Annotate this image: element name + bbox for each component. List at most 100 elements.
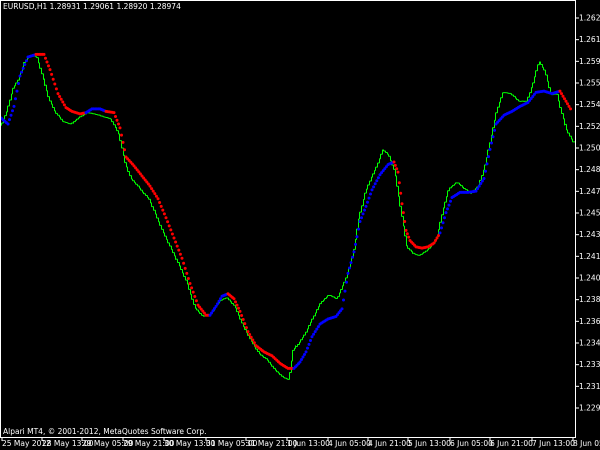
indicator-dot [182, 261, 186, 265]
indicator-dot [567, 104, 571, 108]
indicator-dot [114, 114, 117, 118]
indicator-dot [476, 187, 480, 191]
indicator-dot [238, 309, 242, 313]
indicator-dot [237, 306, 240, 310]
indicator-dot [435, 236, 439, 240]
indicator-dot [563, 97, 566, 101]
indicator-dot [62, 103, 66, 107]
indicator-dot [186, 276, 190, 280]
y-tick-label: 1.22975 [579, 404, 600, 413]
indicator-dot [373, 182, 377, 186]
indicator-dot [172, 236, 176, 240]
y-tick-label: 1.24715 [579, 187, 600, 196]
indicator-dot [244, 326, 248, 330]
indicator-dot [393, 163, 397, 167]
indicator-dot [395, 167, 399, 171]
indicator-dot [370, 188, 374, 192]
indicator-dot [53, 82, 57, 86]
indicator-dot [342, 298, 345, 302]
indicator-dot [432, 241, 436, 245]
indicator-dot [434, 239, 437, 243]
indicator-dot [301, 355, 305, 359]
y-tick-label: 1.25930 [579, 57, 600, 66]
indicator-dot [180, 256, 184, 260]
indicator-dot [241, 318, 245, 322]
indicator-dot [45, 60, 49, 64]
indicator-dot [479, 182, 483, 186]
x-tick-label: 8 Jun 05:00 [573, 439, 600, 448]
indicator-dot [351, 255, 354, 259]
indicator-dot [234, 300, 237, 304]
indicator-dot [154, 194, 158, 198]
indicator-dot [490, 141, 493, 145]
indicator-dot [484, 169, 487, 173]
indicator-dot [346, 271, 350, 275]
indicator-dot [217, 299, 221, 303]
indicator-dot [153, 192, 157, 196]
indicator-dot [120, 133, 123, 137]
indicator-dot [50, 72, 54, 76]
symbol-label: EURUSD,H1 1.28931 1.29061 1.28920 1.2897… [3, 2, 181, 11]
indicator-dot [121, 140, 125, 144]
indicator-dot [123, 148, 126, 152]
indicator-dot [115, 118, 119, 122]
indicator-dot [12, 104, 16, 108]
indicator-dot [243, 322, 247, 326]
y-tick-label: 1.26275 [579, 14, 600, 23]
indicator-dot [396, 170, 400, 174]
indicator-dot [569, 107, 572, 111]
indicator-dot [166, 220, 170, 224]
indicator-dot [340, 307, 344, 311]
indicator-dot [117, 122, 120, 126]
indicator-dot [174, 240, 178, 244]
indicator-dot [397, 181, 401, 185]
indicator-dot [438, 231, 442, 235]
indicator-dot [252, 341, 256, 345]
indicator-dot [485, 162, 489, 166]
indicator-dot [407, 235, 411, 239]
indicator-dot [44, 56, 47, 60]
indicator-dot [372, 185, 376, 189]
indicator-dot [185, 271, 189, 275]
price-chart[interactable]: 1.26275 1.26100 1.25930 1.25580 1.25405 1.252… [0, 0, 600, 450]
y-tick-label: 1.24540 [579, 209, 600, 218]
indicator-dot [558, 89, 562, 93]
y-tick-label: 1.24020 [579, 274, 600, 283]
indicator-dot [345, 280, 348, 284]
y-tick-label: 1.23150 [579, 382, 600, 391]
indicator-dot [175, 244, 179, 248]
indicator-dot [178, 252, 182, 256]
x-tick-label: 7 Jun 13:00 [532, 439, 575, 448]
y-tick-label: 1.23495 [579, 339, 600, 348]
indicator-dot [15, 89, 19, 93]
indicator-dot [56, 92, 60, 96]
indicator-dot [354, 242, 357, 246]
y-tick-label: 1.25060 [579, 144, 600, 153]
y-tick-label: 1.24365 [579, 230, 600, 239]
indicator-dot [59, 97, 63, 101]
indicator-dot [307, 342, 311, 346]
indicator-dot [348, 266, 351, 270]
indicator-dot [443, 216, 446, 220]
indicator-dot [24, 59, 28, 63]
y-tick-label: 1.26100 [579, 35, 600, 44]
indicator-dot [23, 63, 27, 67]
indicator-dot [310, 335, 314, 339]
indicator-dot [364, 204, 368, 208]
y-tick-label: 1.23670 [579, 317, 600, 326]
indicator-dot [316, 325, 320, 329]
indicator-dot [358, 220, 362, 224]
indicator-dot [487, 155, 490, 159]
indicator-dot [566, 102, 569, 106]
indicator-dot [42, 52, 46, 56]
indicator-dot [162, 212, 166, 216]
indicator-dot [363, 208, 366, 212]
indicator-dot [232, 297, 236, 301]
indicator-dot [216, 302, 219, 306]
y-tick-label: 1.25235 [579, 122, 600, 131]
x-tick-label: 5 Jun 13:00 [408, 439, 451, 448]
y-tick-label: 1.25405 [579, 100, 600, 109]
chart-background [0, 0, 600, 450]
indicator-dot [366, 200, 369, 204]
time-axis: 25 May 201228 May 13:0029 May 05:0029 Ma… [1, 438, 600, 448]
